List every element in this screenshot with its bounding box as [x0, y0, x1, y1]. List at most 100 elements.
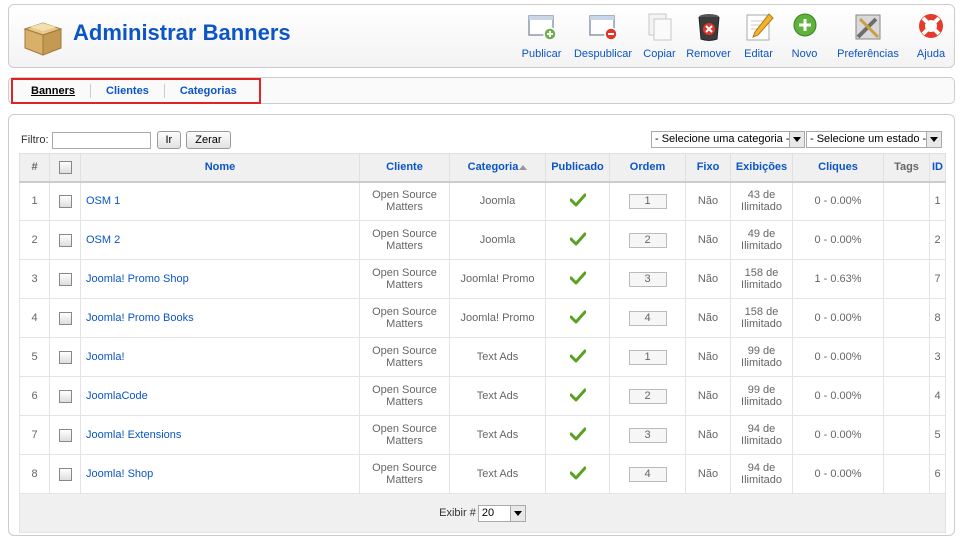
- col-header-clicks[interactable]: Cliques: [792, 153, 884, 183]
- display-count-select[interactable]: 20: [477, 504, 526, 522]
- submenu-item-categories[interactable]: Categorias: [163, 84, 252, 98]
- impressions-line-2: Ilimitado: [741, 318, 782, 330]
- client-cell: Open Source Matters: [359, 298, 450, 338]
- category-select[interactable]: - Selecione uma categoria -: [651, 131, 805, 148]
- col-header-sticky[interactable]: Fixo: [685, 153, 731, 183]
- submenu: Banners Clientes Categorias: [14, 84, 252, 98]
- impressions-cell: 94 de Ilimitado: [730, 415, 793, 455]
- published-check-icon[interactable]: [569, 427, 586, 441]
- client-cell: Open Source Matters: [359, 220, 450, 260]
- published-check-icon[interactable]: [569, 466, 586, 480]
- order-cell: 1: [609, 181, 686, 221]
- row-select-cell[interactable]: [49, 298, 81, 338]
- banner-name-link[interactable]: Joomla! Promo Books: [80, 298, 360, 338]
- banner-name-link[interactable]: Joomla! Promo Shop: [80, 259, 360, 299]
- row-select-cell[interactable]: [49, 220, 81, 260]
- impressions-cell: 158 de Ilimitado: [730, 259, 793, 299]
- order-input[interactable]: 4: [628, 466, 667, 482]
- filter-input[interactable]: [51, 131, 151, 149]
- col-header-order[interactable]: Ordem: [609, 153, 686, 183]
- published-cell[interactable]: [545, 220, 610, 260]
- submenu-item-clients[interactable]: Clientes: [90, 84, 164, 98]
- published-check-icon[interactable]: [569, 271, 586, 285]
- col-header-number: #: [19, 153, 50, 183]
- banner-name-link[interactable]: JoomlaCode: [80, 376, 360, 416]
- unpublish-button[interactable]: Despublicar: [568, 11, 638, 65]
- filter-go-button[interactable]: Ir: [156, 131, 182, 149]
- display-count-value: 20: [481, 506, 495, 519]
- banner-name-link[interactable]: Joomla! Shop: [80, 454, 360, 494]
- col-header-id[interactable]: ID: [929, 153, 946, 183]
- published-cell[interactable]: [545, 337, 610, 377]
- help-button[interactable]: Ajuda: [908, 11, 954, 65]
- banner-name-link[interactable]: Joomla!: [80, 337, 360, 377]
- row-select-cell[interactable]: [49, 376, 81, 416]
- row-select-cell[interactable]: [49, 181, 81, 221]
- order-input[interactable]: 1: [628, 349, 667, 365]
- publish-button[interactable]: Publicar: [515, 11, 568, 65]
- published-check-icon[interactable]: [569, 388, 586, 402]
- row-select-cell[interactable]: [49, 454, 81, 494]
- banner-name-link[interactable]: OSM 1: [80, 181, 360, 221]
- row-checkbox[interactable]: [58, 350, 72, 364]
- state-select[interactable]: - Selecione um estado -: [806, 131, 942, 148]
- edit-button[interactable]: Editar: [736, 11, 781, 65]
- tags-cell: [883, 259, 930, 299]
- row-select-cell[interactable]: [49, 259, 81, 299]
- tags-cell: [883, 415, 930, 455]
- col-header-published[interactable]: Publicado: [545, 153, 610, 183]
- row-checkbox[interactable]: [58, 467, 72, 481]
- published-check-icon[interactable]: [569, 232, 586, 246]
- order-input[interactable]: 3: [628, 427, 667, 443]
- row-number: 2: [19, 220, 50, 260]
- published-check-icon[interactable]: [569, 310, 586, 324]
- published-cell[interactable]: [545, 376, 610, 416]
- col-header-name[interactable]: Nome: [80, 153, 360, 183]
- filter-reset-button[interactable]: Zerar: [186, 131, 231, 149]
- id-cell: 2: [929, 220, 946, 260]
- impressions-line-2: Ilimitado: [741, 240, 782, 252]
- col-header-category[interactable]: Categoria: [449, 153, 546, 183]
- client-line-1: Open Source: [372, 462, 437, 474]
- published-check-icon[interactable]: [569, 349, 586, 363]
- banner-name-link[interactable]: OSM 2: [80, 220, 360, 260]
- col-header-client[interactable]: Cliente: [359, 153, 450, 183]
- order-input[interactable]: 1: [628, 193, 667, 209]
- row-checkbox[interactable]: [58, 428, 72, 442]
- submenu-item-banners[interactable]: Banners: [14, 84, 90, 98]
- sticky-cell: Não: [685, 220, 731, 260]
- copy-icon: [648, 13, 671, 41]
- order-input[interactable]: 2: [628, 232, 667, 248]
- client-line-2: Matters: [386, 396, 423, 408]
- client-cell: Open Source Matters: [359, 259, 450, 299]
- row-checkbox[interactable]: [58, 311, 72, 325]
- row-number: 4: [19, 298, 50, 338]
- copy-button[interactable]: Copiar: [638, 11, 681, 65]
- row-select-cell[interactable]: [49, 415, 81, 455]
- preferences-button[interactable]: Preferências: [828, 11, 908, 65]
- published-cell[interactable]: [545, 181, 610, 221]
- row-checkbox[interactable]: [58, 194, 72, 208]
- row-checkbox[interactable]: [58, 272, 72, 286]
- col-header-select-all[interactable]: [49, 153, 81, 183]
- delete-button[interactable]: Remover: [681, 11, 736, 65]
- row-select-cell[interactable]: [49, 337, 81, 377]
- banner-name-link[interactable]: Joomla! Extensions: [80, 415, 360, 455]
- col-header-impressions[interactable]: Exibições: [730, 153, 793, 183]
- row-checkbox[interactable]: [58, 389, 72, 403]
- select-all-checkbox[interactable]: [58, 160, 72, 174]
- published-cell[interactable]: [545, 415, 610, 455]
- published-cell[interactable]: [545, 298, 610, 338]
- category-cell: Text Ads: [449, 454, 546, 494]
- order-input[interactable]: 2: [628, 388, 667, 404]
- new-button[interactable]: Novo: [781, 11, 828, 65]
- client-cell: Open Source Matters: [359, 337, 450, 377]
- published-cell[interactable]: [545, 259, 610, 299]
- order-input[interactable]: 4: [628, 310, 667, 326]
- row-checkbox[interactable]: [58, 233, 72, 247]
- published-check-icon[interactable]: [569, 193, 586, 207]
- table-row: 1 OSM 1 Open Source Matters Joomla 1 Não …: [19, 181, 946, 221]
- published-cell[interactable]: [545, 454, 610, 494]
- new-icon: [793, 13, 816, 37]
- order-input[interactable]: 3: [628, 271, 667, 287]
